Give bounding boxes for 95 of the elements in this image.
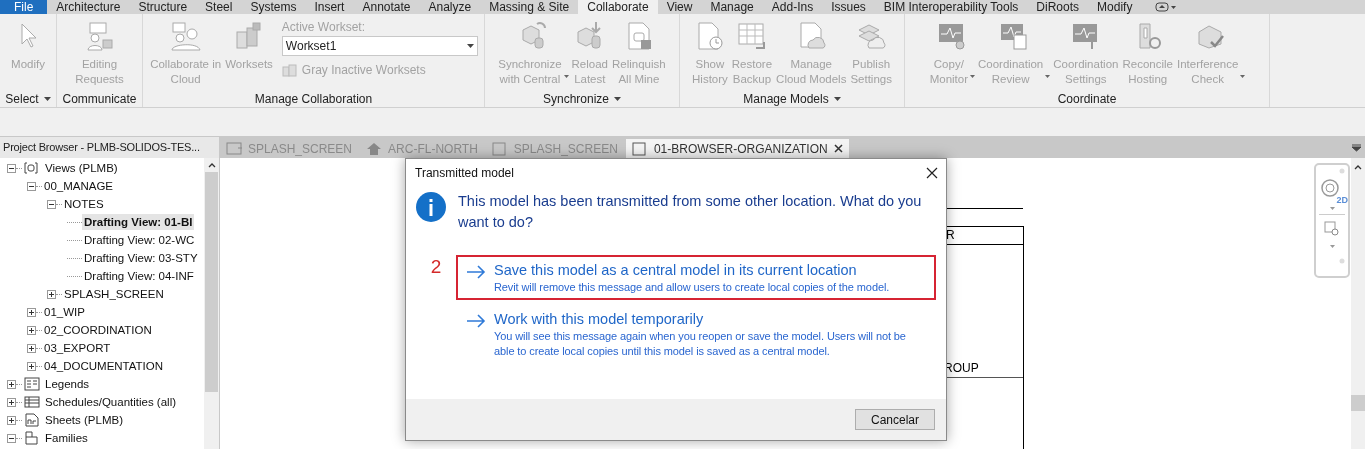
tree-item[interactable]: 04_DOCUMENTATION [42, 358, 166, 374]
menu-tab[interactable]: BIM Interoperability Tools [874, 0, 1028, 14]
menu-tab[interactable]: DiRoots [1027, 0, 1089, 14]
option-description: You will see this message again when you reopen or save the model. Users will not be able to create local copies until this model is saved as a central model. [494, 329, 907, 359]
caret-icon[interactable] [43, 96, 51, 101]
arrow-icon [466, 265, 486, 279]
sheet-icon [24, 413, 40, 427]
scrollbar-thumb[interactable] [205, 172, 218, 392]
scrollbar-thumb[interactable] [1351, 395, 1365, 411]
wheel-icon[interactable] [1320, 178, 1340, 198]
sheet-icon [226, 141, 242, 156]
command-link[interactable]: Work with this model temporarily You will see this message again when you reopen or save the model. Users will not be able to create local copies until this model is saved as a central model. [456, 304, 936, 364]
tree-item[interactable]: Legends [43, 376, 92, 392]
option-description: Revit will remove this message and allow users to create local copies of the model. [494, 280, 890, 295]
panel-title: Coordinate [1057, 90, 1117, 108]
menu-tab[interactable]: Modify [1088, 0, 1142, 14]
menu-tab[interactable]: Manage [701, 0, 763, 14]
expand-icon[interactable] [47, 289, 56, 299]
step-number: 2 [429, 255, 443, 279]
menu-tab[interactable]: Steel [196, 0, 242, 14]
schedule-icon [24, 395, 40, 409]
tree-item[interactable]: 03_EXPORT [42, 340, 113, 356]
tree-item[interactable]: Views (PLMB) [43, 160, 120, 176]
command-link[interactable]: Save this model as a central model in its current location Revit will remove this message and allow users to create local copies of the model. [456, 255, 936, 300]
menu-tab[interactable]: Insert [305, 0, 354, 14]
panel-title: Project Browser - PLMB-SOLIDOS-TES... [3, 140, 200, 156]
menu-tab[interactable]: Systems [241, 0, 306, 14]
close-icon[interactable] [926, 167, 938, 179]
tree-item[interactable]: NOTES [62, 196, 106, 212]
expand-icon[interactable] [27, 325, 36, 335]
views-icon [24, 161, 40, 175]
drawing-label: R [946, 227, 955, 243]
option-title: Work with this model temporarily [494, 310, 705, 329]
tree-item[interactable]: Schedules/Quantities (all) [43, 394, 179, 410]
menu-tab[interactable]: View [657, 0, 702, 14]
cancel-button[interactable]: Cancelar [855, 409, 935, 430]
panel-title: Synchronize [542, 90, 609, 108]
tree-item[interactable]: Families [43, 430, 90, 446]
close-icon[interactable] [833, 144, 843, 153]
expand-icon[interactable] [27, 307, 36, 317]
menu-tab[interactable]: Add-Ins [762, 0, 823, 14]
sheet-icon [491, 141, 508, 156]
expand-icon[interactable] [7, 415, 16, 425]
caret-icon [466, 44, 474, 48]
field-label: Active Workset: [281, 20, 366, 34]
people-icon [169, 20, 202, 52]
collapse-icon[interactable] [7, 163, 16, 173]
tree-item[interactable]: 02_COORDINATION [42, 322, 154, 338]
panel-title: Select [5, 90, 39, 108]
dialog-message: This model has been transmitted from some other location. What do you want to do? [458, 192, 923, 232]
zoom-icon[interactable] [1324, 221, 1340, 237]
family-icon [24, 431, 40, 445]
arrow-icon [466, 314, 486, 328]
tree-item[interactable]: Drafting View: 02-WC [82, 232, 197, 248]
collapse-icon[interactable] [7, 433, 16, 443]
house-icon [366, 141, 383, 156]
menu-tab[interactable]: Issues [822, 0, 875, 14]
panel-title: Manage Collaboration [254, 90, 373, 108]
menu-tab[interactable]: Analyze [419, 0, 481, 14]
tree-item[interactable]: Drafting View: 04-INF [82, 268, 196, 284]
tree-item[interactable]: 01_WIP [42, 304, 87, 320]
menu-tab[interactable]: Massing & Site [480, 0, 579, 14]
legend-icon [24, 377, 40, 391]
tree-item[interactable]: Drafting View: 03-STY [82, 250, 200, 266]
cubes-icon [281, 63, 298, 77]
document-tab[interactable]: 01-BROWSER-ORGANIZATION [625, 139, 849, 158]
expand-icon[interactable] [27, 343, 36, 353]
panel-title: Communicate [62, 90, 137, 108]
scroll-up-icon[interactable] [207, 163, 216, 168]
expand-icon[interactable] [27, 361, 36, 371]
sheet-icon [631, 141, 648, 156]
menu-tab[interactable]: Annotate [353, 0, 420, 14]
wheel-label: 2D [1336, 195, 1348, 205]
tree-item[interactable]: 00_MANAGE [42, 178, 116, 194]
table-icon [735, 20, 768, 52]
expand-icon[interactable] [7, 397, 16, 407]
panel-toggle-icon[interactable] [1155, 2, 1178, 12]
caret-icon[interactable] [614, 96, 621, 101]
collapse-icon[interactable] [47, 199, 56, 209]
caret-icon[interactable] [833, 96, 841, 101]
info-icon [416, 192, 446, 222]
menu-tab[interactable]: File [0, 0, 48, 14]
collapse-icon[interactable] [27, 181, 36, 191]
option-title: Save this model as a central model in its current location [494, 261, 858, 280]
menu-tab[interactable]: Collaborate [578, 0, 658, 14]
tree-item[interactable]: SPLASH_SCREEN [62, 286, 166, 302]
tree-item[interactable]: Drafting View: 01-BI [82, 214, 195, 230]
expand-icon[interactable] [7, 379, 16, 389]
dialog-title: Transmitted model [415, 165, 514, 182]
tree-item[interactable]: Sheets (PLMB) [43, 412, 125, 428]
overflow-icon[interactable] [1352, 144, 1361, 152]
panel-title: Manage Models [743, 90, 829, 108]
scroll-up-icon[interactable] [1354, 165, 1362, 170]
menu-tab[interactable]: Architecture [47, 0, 130, 14]
menu-tab[interactable]: Structure [129, 0, 197, 14]
